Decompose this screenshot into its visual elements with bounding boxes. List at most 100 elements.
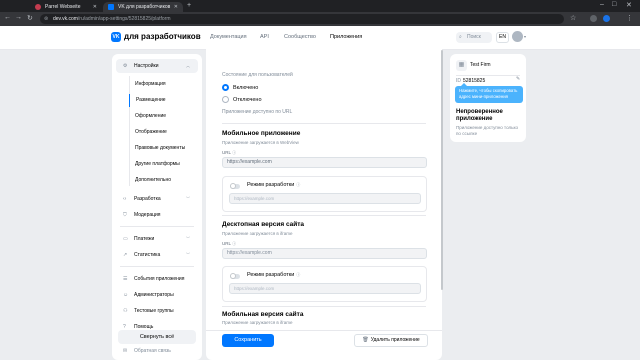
search-input[interactable]: ⌕ Поиск: [456, 32, 492, 43]
divider: [456, 75, 520, 76]
platform-settings-panel: Состояние для пользователей Включено Отк…: [206, 42, 442, 360]
sidebar-item-label: Разработка: [134, 196, 161, 202]
info-icon[interactable]: ⓘ: [296, 182, 300, 187]
minimize-icon[interactable]: –: [600, 1, 604, 8]
info-icon[interactable]: ⓘ: [232, 150, 236, 155]
avatar[interactable]: [512, 31, 523, 42]
status-title: Непроверенное приложение: [456, 109, 503, 122]
section-subtitle: Приложение загружается в iframe: [222, 320, 293, 325]
radio-disabled[interactable]: [222, 96, 229, 103]
scrollbar[interactable]: [441, 50, 443, 290]
sidebar-item-settings[interactable]: ⚙ Настройки ︿: [116, 59, 198, 73]
sidebar-item-payments[interactable]: ▭ Платежи ﹀: [116, 232, 198, 246]
profile-icon[interactable]: [603, 15, 610, 22]
bookmark-star-icon[interactable]: ☆: [570, 14, 576, 22]
divider: [120, 226, 194, 227]
forward-icon[interactable]: →: [15, 14, 22, 21]
sidebar-sub-display[interactable]: Отображение: [129, 126, 199, 139]
delete-app-button[interactable]: 🗑 Удалить приложение: [354, 334, 428, 347]
sidebar-item-label: Статистика: [134, 252, 161, 258]
sidebar-sub-placement[interactable]: Размещение: [129, 94, 199, 107]
section-title-desktop-site: Десктопная версия сайта: [222, 221, 305, 228]
sidebar-sub-legal[interactable]: Правовые документы: [129, 142, 199, 155]
dev-mode-toggle[interactable]: [230, 273, 240, 279]
copy-tooltip: Нажмите, чтобы скопировать адрес мини-пр…: [455, 83, 523, 103]
vk-favicon-icon: [108, 4, 114, 10]
gear-icon: ⚙: [123, 63, 128, 69]
chevron-down-icon: ﹀: [186, 196, 190, 201]
sidebar-item-test-groups[interactable]: ⚇ Тестовые группы: [116, 304, 198, 318]
sidebar-item-label: События приложения: [134, 276, 185, 282]
sidebar-item-label: Обратная связь: [134, 348, 171, 354]
url-host: dev.vk.com: [53, 16, 78, 22]
dev-mode-text: Режим разработки: [247, 272, 295, 278]
dev-mode-toggle[interactable]: [230, 183, 240, 189]
maximize-icon[interactable]: □: [612, 1, 616, 8]
chart-icon: ↗: [123, 252, 128, 258]
tab-favicon-icon: [35, 4, 41, 10]
card-icon: ▭: [123, 236, 128, 242]
url-label-text: URL: [222, 241, 231, 246]
divider: [120, 266, 194, 267]
radio-enabled[interactable]: [222, 84, 229, 91]
visibility-label: Состояние для пользователей: [222, 72, 293, 78]
address-bar[interactable]: ⊜ dev.vk.com/ru/admin/app-settings/52815…: [40, 14, 564, 24]
message-icon: ✉: [123, 348, 128, 354]
save-button[interactable]: Сохранить: [222, 334, 274, 347]
url-label-text: URL: [222, 150, 231, 155]
collapse-all-button[interactable]: Свернуть всё: [118, 330, 196, 344]
sidebar-item-label: Платежи: [134, 236, 155, 242]
site-info-icon[interactable]: ⊜: [44, 14, 48, 24]
sidebar-item-label: Модерация: [134, 212, 161, 218]
url-label: URL ⓘ: [222, 241, 236, 247]
info-icon[interactable]: ⓘ: [296, 272, 300, 277]
sidebar-item-events[interactable]: ☰ События приложения: [116, 272, 198, 286]
logo-text[interactable]: для разработчиков: [124, 32, 201, 41]
vk-logo-icon[interactable]: VK: [111, 32, 121, 42]
browser-menu-icon[interactable]: ⋮: [626, 14, 633, 22]
code-icon: ‹›: [123, 196, 127, 202]
dev-url-input[interactable]: https://example.com: [229, 193, 421, 204]
sidebar-item-moderation[interactable]: ⛉ Модерация: [116, 208, 198, 222]
sidebar-item-feedback[interactable]: ✉ Обратная связь: [116, 344, 198, 358]
trash-icon: 🗑: [362, 337, 369, 343]
desktop-url-input[interactable]: https://example.com: [222, 248, 427, 259]
mobile-app-url-input[interactable]: https://example.com: [222, 157, 427, 168]
radio-enabled-label[interactable]: Включено: [233, 85, 258, 91]
sidebar-item-admins[interactable]: ☺ Администраторы: [116, 288, 198, 302]
sidebar-sub-additional[interactable]: Дополнительно: [129, 174, 199, 187]
close-tab-icon[interactable]: ✕: [174, 4, 178, 10]
info-icon[interactable]: ⓘ: [232, 241, 236, 246]
divider: [222, 123, 426, 124]
url-label: URL ⓘ: [222, 150, 236, 156]
sidebar-item-stats[interactable]: ↗ Статистика ﹀: [116, 248, 198, 262]
close-tab-icon[interactable]: ✕: [93, 4, 97, 10]
sidebar-sub-platforms[interactable]: Другие платформы: [129, 158, 199, 171]
radio-disabled-label[interactable]: Отключено: [233, 97, 262, 103]
app-name: Test Firm: [470, 62, 491, 68]
sidebar-item-development[interactable]: ‹› Разработка ﹀: [116, 192, 198, 206]
new-tab-button[interactable]: +: [187, 2, 191, 9]
language-button[interactable]: EN: [496, 32, 509, 43]
extension-icon[interactable]: [590, 15, 597, 22]
sidebar-sub-info[interactable]: Информация: [129, 78, 199, 91]
delete-label: Удалить приложение: [370, 337, 420, 343]
section-subtitle: Приложение загружается в iframe: [222, 231, 293, 236]
dev-mode-card: Режим разработки ⓘ https://example.com: [222, 266, 427, 302]
browser-tab-active[interactable]: VK для разработчиков ✕: [103, 2, 183, 12]
nav-community[interactable]: Сообщество: [284, 34, 316, 40]
browser-tab[interactable]: Parrel Webseite ✕: [30, 2, 102, 12]
nav-docs[interactable]: Документация: [210, 34, 247, 40]
reload-icon[interactable]: ↻: [27, 14, 33, 22]
chevron-down-icon[interactable]: ▾: [524, 34, 526, 39]
search-icon: ⌕: [459, 34, 462, 40]
close-window-icon[interactable]: ✕: [626, 1, 632, 9]
dev-mode-label: Режим разработки ⓘ: [247, 182, 300, 188]
dev-mode-text: Режим разработки: [247, 182, 295, 188]
dev-url-input[interactable]: https://example.com: [229, 283, 421, 294]
sidebar-sub-design[interactable]: Оформление: [129, 110, 199, 123]
back-icon[interactable]: ←: [4, 14, 11, 21]
nav-apps[interactable]: Приложения: [330, 34, 362, 40]
edit-icon[interactable]: ✎: [516, 76, 520, 82]
nav-api[interactable]: API: [260, 34, 269, 40]
